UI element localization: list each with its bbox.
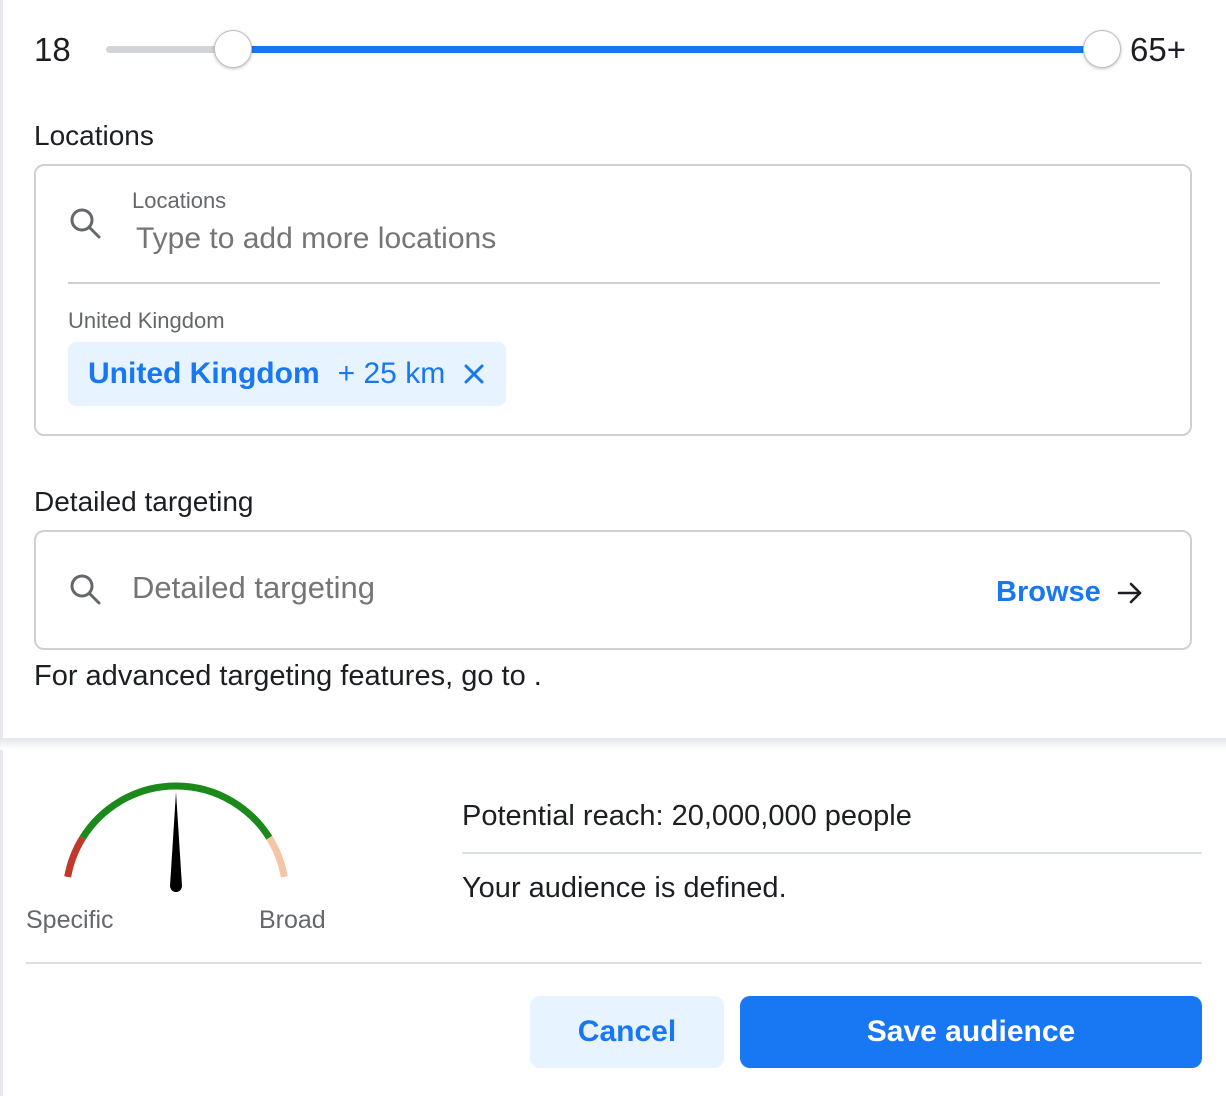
- age-slider-fill: [233, 46, 1102, 53]
- locations-box: Locations United Kingdom United Kingdom …: [34, 164, 1192, 436]
- gauge-needle: [170, 792, 182, 892]
- locations-divider: [68, 282, 1160, 284]
- age-min-thumb[interactable]: [214, 30, 253, 68]
- gauge-broad-label: Broad: [259, 906, 326, 934]
- gauge-specific-label: Specific: [26, 906, 114, 934]
- locations-search-input[interactable]: [136, 222, 1036, 256]
- audience-editor: 18 65+ Locations Locations United Kingdo…: [0, 0, 1226, 1096]
- location-chip[interactable]: United Kingdom + 25 km: [68, 342, 506, 406]
- browse-label: Browse: [996, 576, 1101, 608]
- location-group-label: United Kingdom: [68, 308, 225, 333]
- footer-separator-shadow: [0, 738, 1226, 750]
- locations-field-label: Locations: [132, 188, 227, 213]
- age-max-thumb[interactable]: [1083, 30, 1121, 68]
- arrow-right-icon: [1117, 582, 1142, 603]
- potential-reach: Potential reach: 20,000,000 people: [462, 800, 912, 832]
- audience-status: Your audience is defined.: [462, 872, 787, 904]
- advanced-targeting-note: For advanced targeting features, go to .: [34, 660, 542, 692]
- audience-gauge: [64, 782, 288, 892]
- age-min-label: 18: [34, 31, 71, 68]
- panel-edge: [0, 0, 3, 1096]
- cancel-button[interactable]: Cancel: [530, 996, 724, 1068]
- detailed-targeting-box: Browse: [34, 530, 1192, 650]
- footer-divider: [26, 962, 1202, 964]
- reach-divider: [462, 852, 1202, 854]
- age-max-label: 65+: [1130, 31, 1186, 68]
- search-icon: [70, 208, 101, 239]
- locations-heading: Locations: [34, 120, 154, 151]
- detailed-targeting-input[interactable]: [132, 570, 892, 606]
- save-audience-button[interactable]: Save audience: [740, 996, 1202, 1068]
- gauge-arc-specific: [64, 835, 86, 878]
- search-icon: [70, 574, 101, 605]
- location-chip-radius[interactable]: + 25 km: [338, 357, 446, 391]
- close-icon[interactable]: [463, 363, 485, 385]
- detailed-targeting-heading: Detailed targeting: [34, 486, 254, 517]
- gauge-arc-broad: [266, 835, 288, 878]
- browse-button[interactable]: Browse: [996, 576, 1143, 609]
- location-chip-name: United Kingdom: [88, 357, 320, 390]
